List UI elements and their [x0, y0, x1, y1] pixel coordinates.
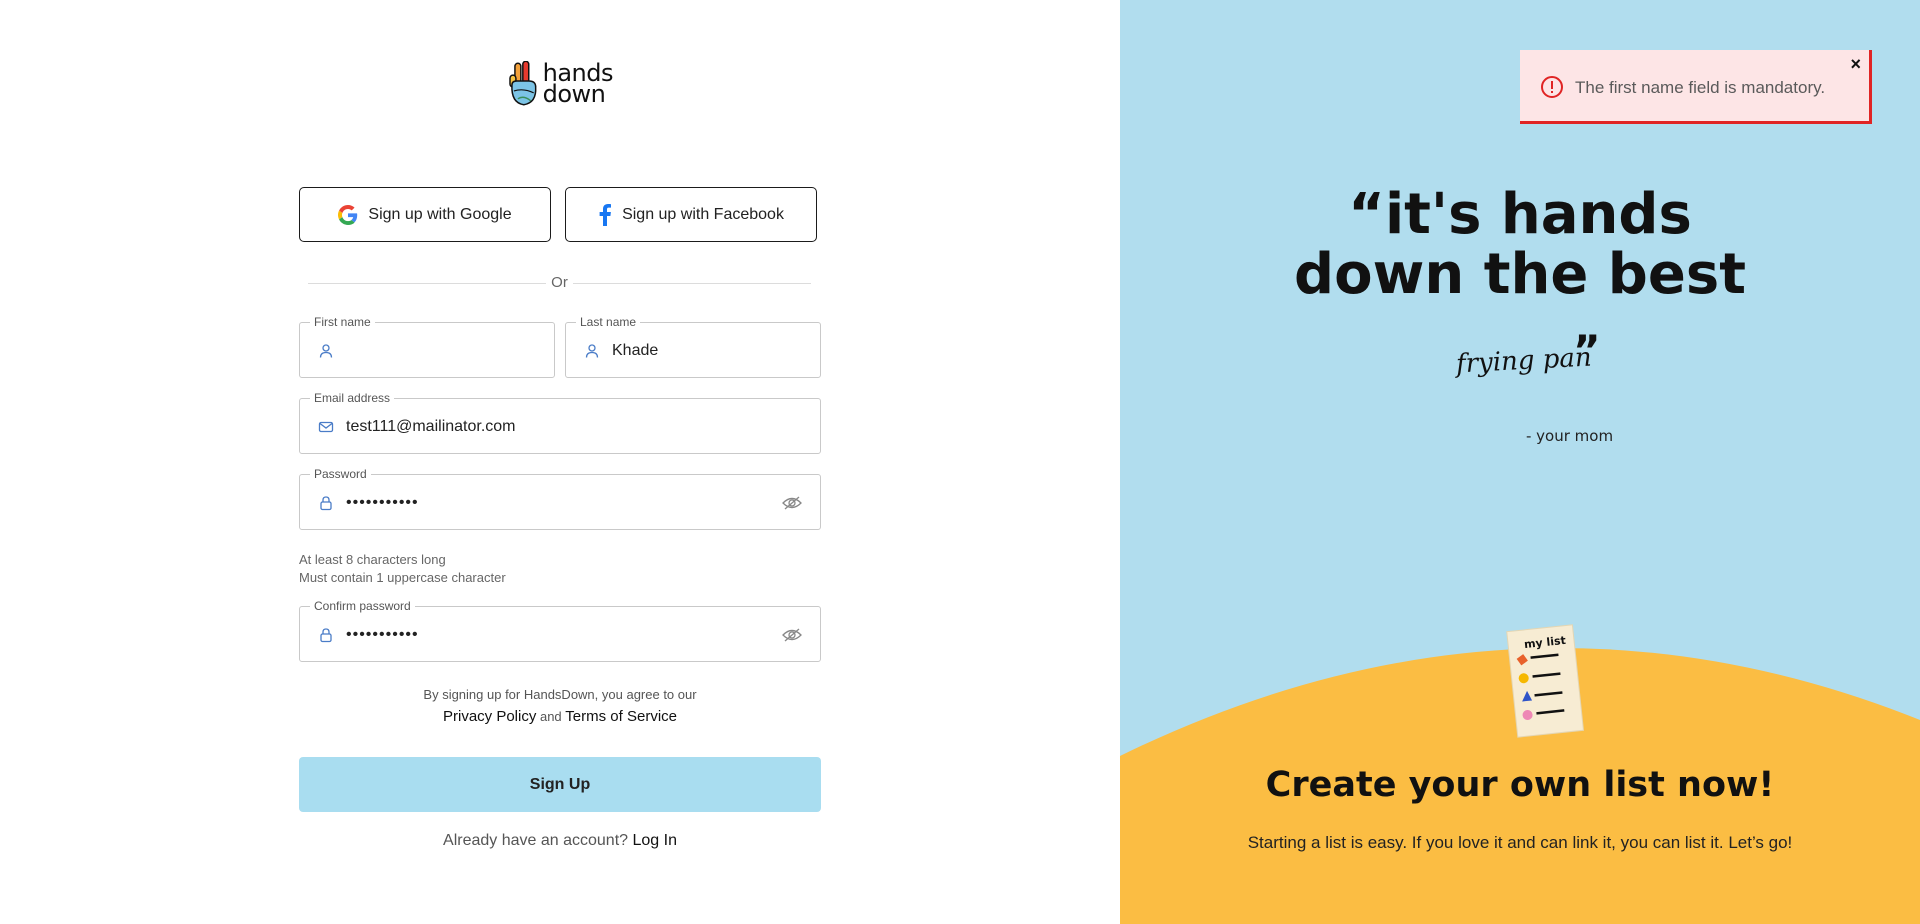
hero-quote-line-2: down the best [1294, 242, 1746, 307]
sign-up-button[interactable]: Sign Up [299, 757, 821, 812]
terms-and: and [539, 709, 562, 724]
last-name-label: Last name [576, 315, 641, 329]
close-icon[interactable]: × [1850, 54, 1861, 74]
list-note-illustration: my list [1500, 620, 1590, 745]
password-input[interactable] [346, 489, 746, 517]
signup-panel: hands down Sign up with Google Sign up w… [0, 0, 1120, 924]
divider-line-right [573, 283, 811, 284]
google-signup-button[interactable]: Sign up with Google [299, 187, 551, 242]
promo-panel: The first name field is mandatory. × “it… [1120, 0, 1920, 924]
email-input[interactable] [346, 413, 806, 441]
handsdown-logo[interactable]: hands down [509, 60, 614, 108]
hand-logo-icon [509, 61, 537, 106]
google-signup-label: Sign up with Google [368, 205, 512, 223]
first-name-input[interactable] [346, 337, 536, 365]
logo-wordmark: hands down [542, 61, 614, 108]
facebook-signup-button[interactable]: Sign up with Facebook [565, 187, 817, 242]
confirm-password-label: Confirm password [310, 599, 415, 613]
google-icon [338, 204, 358, 225]
hero-attribution: - your mom [1526, 427, 1614, 445]
password-label: Password [310, 467, 371, 481]
login-prompt-text: Already have an account? [443, 832, 629, 849]
terms-notice: By signing up for HandsDown, you agree t… [299, 684, 821, 728]
eye-off-icon[interactable] [782, 495, 802, 511]
last-name-field: Last name [565, 315, 821, 378]
terms-prefix: By signing up for HandsDown, you agree t… [423, 687, 697, 702]
cta-title: Create your own list now! [1265, 765, 1775, 805]
last-name-input[interactable] [612, 337, 802, 365]
cta-subtitle: Starting a list is easy. If you love it … [1247, 833, 1793, 852]
terms-of-service-link[interactable]: Terms of Service [565, 708, 677, 725]
hero-quote: “it's hands down the best [1220, 185, 1820, 305]
confirm-password-input[interactable] [346, 621, 746, 649]
hero-close-quote: ” [1573, 326, 1601, 375]
logo-line-2: down [542, 80, 606, 108]
hero-quote-line-1: “it's hands [1348, 182, 1692, 247]
lock-icon [320, 496, 332, 511]
eye-off-icon[interactable] [782, 627, 802, 643]
facebook-icon [599, 203, 612, 226]
login-prompt: Already have an account? Log In [299, 832, 821, 850]
user-icon [319, 344, 333, 358]
confirm-password-field: Confirm password [299, 599, 821, 662]
error-icon [1541, 76, 1563, 98]
user-icon [585, 344, 599, 358]
lock-icon [320, 628, 332, 643]
facebook-signup-label: Sign up with Facebook [622, 205, 784, 223]
email-field: Email address [299, 391, 821, 454]
password-hint: Must contain 1 uppercase character [299, 570, 506, 585]
first-name-label: First name [310, 315, 375, 329]
email-label: Email address [310, 391, 395, 405]
password-hint: At least 8 characters long [299, 552, 446, 567]
error-toast-message: The first name field is mandatory. [1575, 78, 1826, 97]
log-in-link[interactable]: Log In [632, 832, 676, 849]
first-name-field: First name [299, 315, 555, 378]
mail-icon [318, 421, 334, 433]
password-field: Password [299, 467, 821, 530]
password-hints: At least 8 characters long Must contain … [299, 551, 506, 587]
privacy-policy-link[interactable]: Privacy Policy [443, 708, 536, 725]
or-divider: Or [308, 273, 811, 293]
error-toast: The first name field is mandatory. × [1520, 50, 1872, 124]
